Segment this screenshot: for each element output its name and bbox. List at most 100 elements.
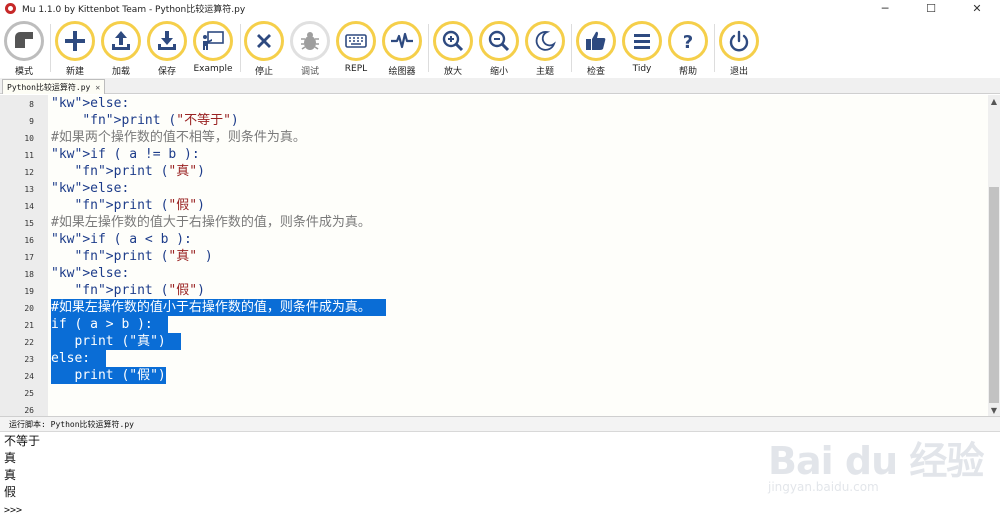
- stop-label: 停止: [254, 67, 273, 77]
- selected-code-line: print ("假"): [51, 367, 166, 384]
- line-number: 14: [24, 202, 34, 211]
- check-button[interactable]: 检查: [573, 21, 619, 79]
- mu-app-icon: [5, 2, 16, 14]
- file-tab[interactable]: Python比较运算符.py ✕: [2, 79, 106, 94]
- theme-button[interactable]: 主题: [522, 21, 568, 79]
- thumbs-up-icon: [576, 21, 616, 61]
- plus-icon: [55, 21, 95, 61]
- toolbar-separator: [428, 24, 429, 72]
- save-button[interactable]: 保存: [144, 21, 190, 79]
- line-number: 22: [24, 338, 34, 347]
- line-number: 20: [24, 304, 34, 313]
- line-number: 23: [24, 355, 34, 364]
- pulse-icon: [382, 21, 422, 61]
- toolbar-separator: [714, 24, 715, 72]
- load-label: 加载: [111, 67, 130, 77]
- upload-icon: [101, 21, 141, 61]
- download-icon: [147, 21, 187, 61]
- output-line: 不等于: [4, 434, 41, 448]
- stop-button[interactable]: 停止: [241, 21, 287, 79]
- line-number: 21: [24, 321, 34, 330]
- code-line: #如果左操作数的值大于右操作数的值，则条件成为真。: [51, 215, 371, 230]
- repl-button[interactable]: REPL: [333, 21, 379, 79]
- mode-label: 模式: [14, 67, 33, 77]
- line-number: 26: [24, 406, 34, 415]
- help-button[interactable]: ? 帮助: [665, 21, 711, 79]
- new-button[interactable]: 新建: [52, 21, 98, 79]
- file-tab-label: Python比较运算符.py: [7, 82, 91, 92]
- scrollbar-thumb[interactable]: [989, 187, 999, 403]
- scroll-down-arrow-icon[interactable]: ▼: [988, 404, 1000, 416]
- close-tab-icon[interactable]: ✕: [95, 83, 100, 92]
- toolbar-separator: [571, 24, 572, 72]
- zoom-out-label: 缩小: [489, 67, 508, 77]
- selected-code-line: if ( a > b ):: [51, 316, 169, 333]
- tab-bar: Python比较运算符.py ✕: [0, 78, 1000, 94]
- repl-prompt[interactable]: >>>: [4, 502, 22, 517]
- plotter-button[interactable]: 绘图器: [379, 21, 425, 79]
- baidu-watermark: Bai du 经验 jingyan.baidu.com: [768, 430, 984, 510]
- tidy-button[interactable]: Tidy: [619, 21, 665, 79]
- help-label: 帮助: [678, 67, 697, 77]
- selected-code-line: #如果左操作数的值小于右操作数的值，则条件成为真。: [51, 299, 387, 316]
- line-number: 12: [24, 168, 34, 177]
- toolbar: 模式 新建 加载 保存 Example 停止 调试 REPL 绘图器 放大 缩小…: [0, 16, 1000, 78]
- stop-x-icon: [244, 21, 284, 61]
- output-line: 真: [4, 451, 17, 465]
- debug-button[interactable]: 调试: [287, 21, 333, 79]
- theme-label: 主题: [535, 67, 554, 77]
- code-editor[interactable]: 8 9 10 11 12 13 14 15 16 17 18 19 20 21 …: [0, 95, 988, 416]
- line-number: 15: [24, 219, 34, 228]
- code-line: "fn">print ("真" ): [74, 249, 213, 264]
- minimize-button[interactable]: ─: [862, 0, 908, 16]
- output-line: 假: [4, 485, 17, 499]
- zoom-out-button[interactable]: 缩小: [476, 21, 522, 79]
- zoom-in-button[interactable]: 放大: [430, 21, 476, 79]
- maximize-button[interactable]: ☐: [908, 0, 954, 16]
- mode-icon: [4, 21, 44, 61]
- code-line: "kw">if ( a != b ):: [51, 147, 200, 162]
- code-line: "kw">else:: [51, 96, 130, 111]
- keyboard-icon: [336, 21, 376, 61]
- quit-button[interactable]: 退出: [716, 21, 762, 79]
- repl-label: REPL: [344, 64, 368, 74]
- code-line: "fn">print ("假"): [74, 198, 205, 213]
- line-number: 19: [24, 287, 34, 296]
- load-button[interactable]: 加载: [98, 21, 144, 79]
- editor-scrollbar[interactable]: ▲ ▼: [988, 95, 1000, 416]
- watermark-brand: Bai du 经验: [768, 439, 984, 483]
- line-number: 13: [24, 185, 34, 194]
- zoom-in-label: 放大: [443, 67, 462, 77]
- scroll-up-arrow-icon[interactable]: ▲: [988, 95, 1000, 107]
- code-line: "kw">else:: [51, 266, 130, 281]
- new-label: 新建: [65, 67, 84, 77]
- question-mark-icon: ?: [668, 21, 708, 61]
- selected-code-line: else:: [51, 350, 106, 367]
- example-button[interactable]: Example: [190, 21, 236, 79]
- line-number: 11: [24, 151, 34, 160]
- debug-label: 调试: [300, 67, 319, 77]
- line-number: 16: [24, 236, 34, 245]
- example-label: Example: [193, 64, 233, 74]
- zoom-in-icon: [433, 21, 473, 61]
- tidy-label: Tidy: [632, 64, 652, 74]
- line-number: 9: [29, 117, 34, 126]
- toolbar-separator: [50, 24, 51, 72]
- quit-label: 退出: [729, 67, 748, 77]
- watermark-url: jingyan.baidu.com: [768, 480, 879, 494]
- code-line: #如果两个操作数的值不相等，则条件为真。: [51, 130, 306, 145]
- close-window-button[interactable]: ✕: [954, 0, 1000, 16]
- code-line: "fn">print ("假"): [74, 283, 205, 298]
- teacher-board-icon: [193, 21, 233, 61]
- check-label: 检查: [586, 67, 605, 77]
- mode-button[interactable]: 模式: [1, 21, 47, 79]
- line-number: 17: [24, 253, 34, 262]
- bug-icon: [290, 21, 330, 61]
- runner-label: 运行脚本: Python比较运算符.py: [9, 419, 134, 429]
- moon-icon: [525, 21, 565, 61]
- line-number: 25: [24, 389, 34, 398]
- line-number: 8: [29, 100, 34, 109]
- code-line: "fn">print ("不等于"): [82, 113, 239, 128]
- code-line: "kw">if ( a < b ):: [51, 232, 192, 247]
- plotter-label: 绘图器: [388, 67, 416, 77]
